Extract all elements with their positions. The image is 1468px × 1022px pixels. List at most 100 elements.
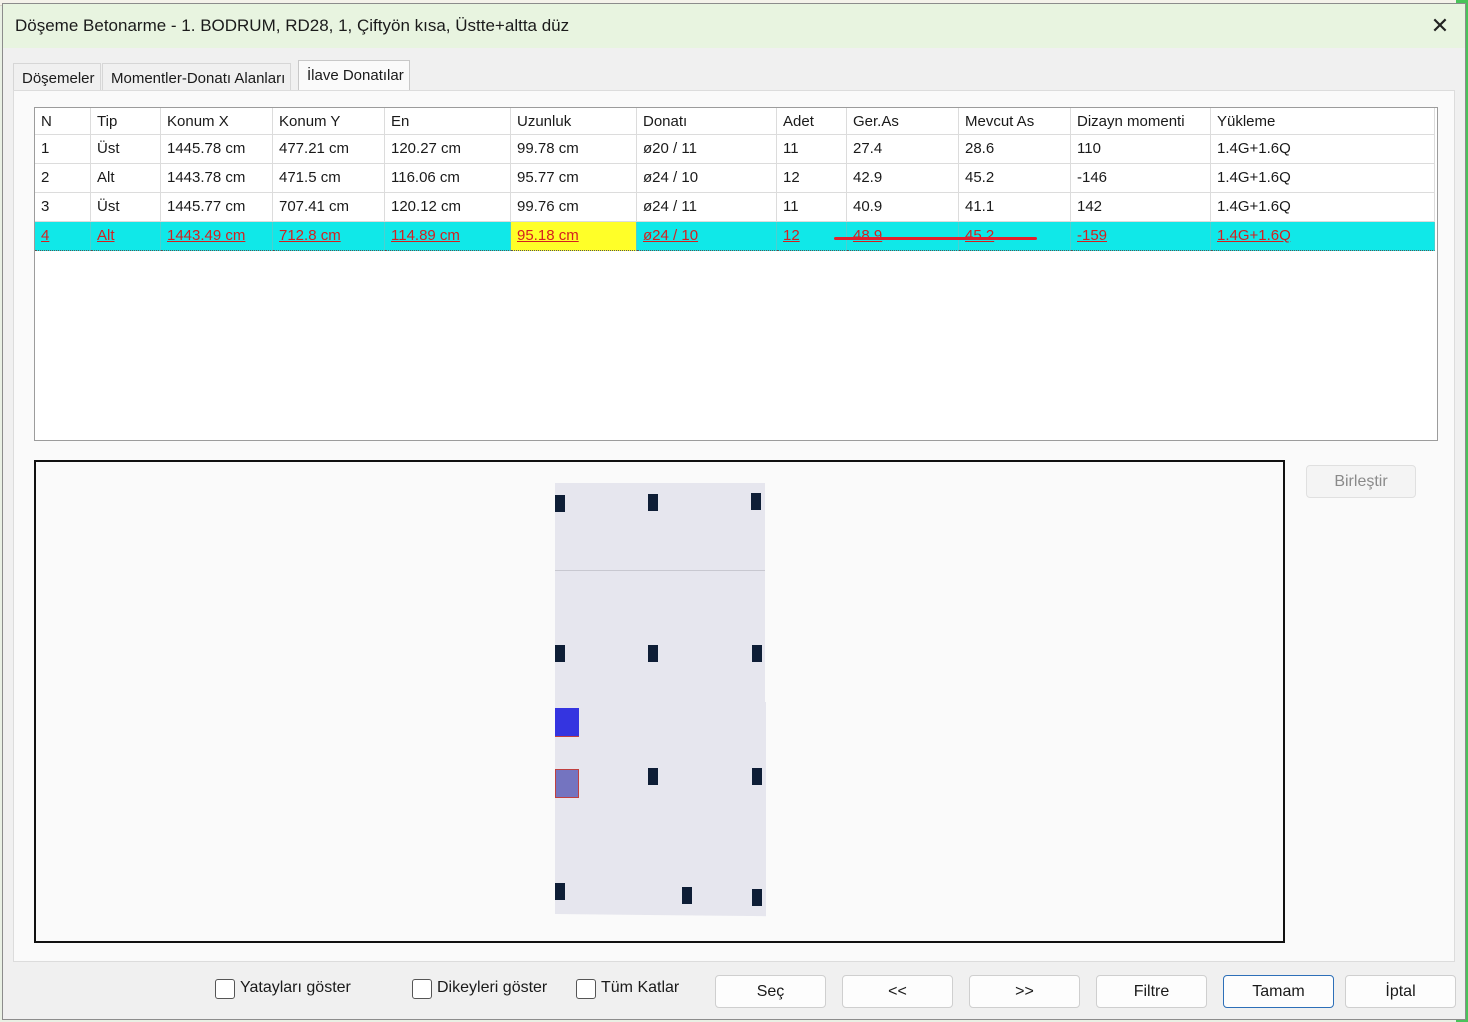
table-row[interactable]: 2 Alt 1443.78 cm 471.5 cm 116.06 cm 95.77 cm ø… [35, 164, 1435, 193]
table-row[interactable]: 4 Alt 1443.49 cm 712.8 cm 114.89 cm 95.18 cm ø… [35, 222, 1435, 251]
cell-width[interactable]: 120.12 cm [385, 193, 511, 222]
column-mark [555, 883, 565, 900]
cell-existing-as[interactable]: 45.2 [959, 164, 1071, 193]
close-button[interactable]: ✕ [1423, 11, 1457, 41]
checkbox-label: Tüm Katlar [601, 979, 680, 996]
cell-required-as[interactable]: 27.4 [847, 135, 959, 164]
title-bar[interactable]: Döşeme Betonarme - 1. BODRUM, RD28, 1, Ç… [3, 4, 1465, 48]
cell-design-moment[interactable]: 142 [1071, 193, 1211, 222]
rebar-block-upper[interactable] [555, 708, 579, 737]
tab-additional-rebars[interactable]: İlave Donatılar [298, 60, 410, 90]
table-row[interactable]: 1 Üst 1445.78 cm 477.21 cm 120.27 cm 99.78 cm… [35, 135, 1435, 164]
close-icon: ✕ [1430, 13, 1450, 38]
column-header-width[interactable]: En [385, 108, 511, 135]
column-header-load-combo[interactable]: Yükleme [1211, 108, 1435, 135]
cell-pos-y[interactable]: 707.41 cm [273, 193, 385, 222]
filter-button[interactable]: Filtre [1096, 975, 1207, 1008]
column-mark [752, 889, 762, 906]
tab-moments[interactable]: Momentler-Donatı Alanları [102, 63, 292, 90]
cell-pos-y[interactable]: 712.8 cm [273, 222, 385, 251]
tab-slabs[interactable]: Döşemeler [13, 63, 101, 90]
cell-existing-as[interactable]: 28.6 [959, 135, 1071, 164]
rebar-table[interactable]: N Tip Konum X Konum Y En Uzunluk Donatı Adet Ger… [34, 107, 1438, 441]
column-header-pos-y[interactable]: Konum Y [273, 108, 385, 135]
cell-count[interactable]: 12 [777, 164, 847, 193]
all-floors-checkbox[interactable]: Tüm Katlar [576, 977, 706, 1001]
column-mark [648, 645, 658, 662]
cell-design-moment[interactable]: 110 [1071, 135, 1211, 164]
cell-rebar[interactable]: ø20 / 11 [637, 135, 777, 164]
cell-length[interactable]: 95.18 cm [511, 222, 637, 251]
cell-length[interactable]: 99.78 cm [511, 135, 637, 164]
column-header-type[interactable]: Tip [91, 108, 161, 135]
cell-n[interactable]: 3 [35, 193, 91, 222]
slab-divider [555, 570, 765, 571]
checkbox-label: Dikeyleri göster [437, 979, 548, 996]
slab-bottom-edge [555, 914, 767, 931]
column-header-rebar[interactable]: Donatı [637, 108, 777, 135]
cell-pos-y[interactable]: 477.21 cm [273, 135, 385, 164]
cell-n[interactable]: 2 [35, 164, 91, 193]
column-header-pos-x[interactable]: Konum X [161, 108, 273, 135]
column-header-design-moment[interactable]: Dizayn momenti [1071, 108, 1211, 135]
cell-length[interactable]: 95.77 cm [511, 164, 637, 193]
checkbox-box[interactable] [576, 979, 596, 999]
column-header-count[interactable]: Adet [777, 108, 847, 135]
cell-type[interactable]: Alt [91, 222, 161, 251]
cell-pos-x[interactable]: 1443.49 cm [161, 222, 273, 251]
cell-type[interactable]: Alt [91, 164, 161, 193]
slab-drawing[interactable] [34, 460, 1285, 943]
cell-pos-x[interactable]: 1443.78 cm [161, 164, 273, 193]
previous-button[interactable]: << [842, 975, 953, 1008]
next-button[interactable]: >> [969, 975, 1080, 1008]
cell-required-as[interactable]: 42.9 [847, 164, 959, 193]
checkbox-label: Yatayları göster [240, 979, 351, 996]
tab-panel: N Tip Konum X Konum Y En Uzunluk Donatı Adet Ger… [13, 90, 1455, 962]
cell-existing-as[interactable]: 41.1 [959, 193, 1071, 222]
column-header-n[interactable]: N [35, 108, 91, 135]
select-button[interactable]: Seç [715, 975, 826, 1008]
column-mark [555, 495, 565, 512]
checkbox-box[interactable] [215, 979, 235, 999]
cell-width[interactable]: 116.06 cm [385, 164, 511, 193]
slab-edge [764, 702, 766, 922]
cell-rebar[interactable]: ø24 / 10 [637, 222, 777, 251]
ok-button[interactable]: Tamam [1223, 975, 1334, 1008]
cell-count[interactable]: 11 [777, 193, 847, 222]
column-mark [752, 645, 762, 662]
cell-pos-y[interactable]: 471.5 cm [273, 164, 385, 193]
table-row[interactable]: 3 Üst 1445.77 cm 707.41 cm 120.12 cm 99.76 cm… [35, 193, 1435, 222]
cell-pos-x[interactable]: 1445.77 cm [161, 193, 273, 222]
cell-load-combo[interactable]: 1.4G+1.6Q [1211, 222, 1435, 251]
cell-load-combo[interactable]: 1.4G+1.6Q [1211, 164, 1435, 193]
checkbox-box[interactable] [412, 979, 432, 999]
cell-length[interactable]: 99.76 cm [511, 193, 637, 222]
cell-rebar[interactable]: ø24 / 10 [637, 164, 777, 193]
cell-width[interactable]: 120.27 cm [385, 135, 511, 164]
column-mark [648, 768, 658, 785]
cell-count[interactable]: 11 [777, 135, 847, 164]
cell-width[interactable]: 114.89 cm [385, 222, 511, 251]
cell-required-as[interactable]: 40.9 [847, 193, 959, 222]
cell-design-moment[interactable]: -146 [1071, 164, 1211, 193]
window-title: Döşeme Betonarme - 1. BODRUM, RD28, 1, Ç… [15, 16, 570, 35]
column-header-required-as[interactable]: Ger.As [847, 108, 959, 135]
show-vertical-checkbox[interactable]: Dikeyleri göster [412, 977, 572, 1001]
column-mark [648, 494, 658, 511]
column-header-existing-as[interactable]: Mevcut As [959, 108, 1071, 135]
cell-design-moment[interactable]: -159 [1071, 222, 1211, 251]
cell-type[interactable]: Üst [91, 193, 161, 222]
column-header-length[interactable]: Uzunluk [511, 108, 637, 135]
cell-load-combo[interactable]: 1.4G+1.6Q [1211, 135, 1435, 164]
annotation-underline [834, 237, 1037, 240]
cell-n[interactable]: 1 [35, 135, 91, 164]
cell-rebar[interactable]: ø24 / 11 [637, 193, 777, 222]
rebar-block-lower[interactable] [555, 769, 579, 798]
merge-button[interactable]: Birleştir [1306, 465, 1416, 498]
cell-pos-x[interactable]: 1445.78 cm [161, 135, 273, 164]
cancel-button[interactable]: İptal [1345, 975, 1456, 1008]
cell-type[interactable]: Üst [91, 135, 161, 164]
cell-n[interactable]: 4 [35, 222, 91, 251]
show-horizontal-checkbox[interactable]: Yatayları göster [215, 977, 375, 1001]
cell-load-combo[interactable]: 1.4G+1.6Q [1211, 193, 1435, 222]
